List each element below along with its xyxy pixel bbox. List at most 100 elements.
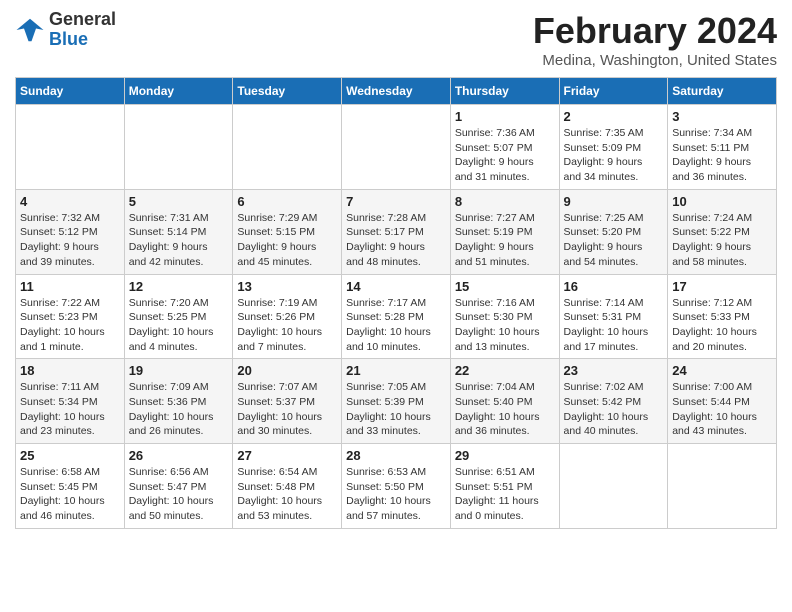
day-info: Sunrise: 7:00 AM Sunset: 5:44 PM Dayligh… — [672, 380, 772, 439]
day-info: Sunrise: 7:34 AM Sunset: 5:11 PM Dayligh… — [672, 126, 772, 185]
weekday-header: Saturday — [668, 78, 777, 105]
day-info: Sunrise: 6:51 AM Sunset: 5:51 PM Dayligh… — [455, 465, 555, 524]
calendar-cell: 21Sunrise: 7:05 AM Sunset: 5:39 PM Dayli… — [342, 359, 451, 444]
calendar-cell: 12 Sunrise: 7:20 AM Sunset: 5:25 PM Dayli… — [124, 274, 233, 359]
day-number: 2 — [564, 109, 664, 124]
day-number: 23 — [564, 363, 664, 378]
day-number: 13 — [237, 279, 337, 294]
calendar-cell: 2 Sunrise: 7:35 AM Sunset: 5:09 PM Daylig… — [559, 105, 668, 190]
calendar-cell — [559, 444, 668, 529]
day-number: 25 — [20, 448, 120, 463]
day-info: Sunrise: 7:22 AM Sunset: 5:23 PM Dayligh… — [20, 296, 120, 355]
day-info: Sunrise: 7:09 AM Sunset: 5:36 PM Dayligh… — [129, 380, 229, 439]
calendar-cell: 15Sunrise: 7:16 AM Sunset: 5:30 PM Dayli… — [450, 274, 559, 359]
day-info: Sunrise: 7:07 AM Sunset: 5:37 PM Dayligh… — [237, 380, 337, 439]
day-info: Sunrise: 6:53 AM Sunset: 5:50 PM Dayligh… — [346, 465, 446, 524]
day-info: Sunrise: 7:04 AM Sunset: 5:40 PM Dayligh… — [455, 380, 555, 439]
day-number: 1 — [455, 109, 555, 124]
calendar-cell — [233, 105, 342, 190]
day-info: Sunrise: 6:54 AM Sunset: 5:48 PM Dayligh… — [237, 465, 337, 524]
title-block: February 2024 Medina, Washington, United… — [533, 10, 777, 69]
calendar-cell: 26 Sunrise: 6:56 AM Sunset: 5:47 PM Dayli… — [124, 444, 233, 529]
calendar-cell: 3 Sunrise: 7:34 AM Sunset: 5:11 PM Daylig… — [668, 105, 777, 190]
day-number: 18 — [20, 363, 120, 378]
day-number: 11 — [20, 279, 120, 294]
calendar-cell — [16, 105, 125, 190]
page-subtitle: Medina, Washington, United States — [533, 52, 777, 69]
day-info: Sunrise: 7:19 AM Sunset: 5:26 PM Dayligh… — [237, 296, 337, 355]
calendar-week-row: 11 Sunrise: 7:22 AM Sunset: 5:23 PM Dayli… — [16, 274, 777, 359]
day-number: 21 — [346, 363, 446, 378]
day-number: 9 — [564, 194, 664, 209]
day-info: Sunrise: 7:31 AM Sunset: 5:14 PM Dayligh… — [129, 211, 229, 270]
calendar-cell: 19 Sunrise: 7:09 AM Sunset: 5:36 PM Dayli… — [124, 359, 233, 444]
calendar-week-row: 4 Sunrise: 7:32 AM Sunset: 5:12 PM Daylig… — [16, 189, 777, 274]
weekday-header: Friday — [559, 78, 668, 105]
day-info: Sunrise: 7:24 AM Sunset: 5:22 PM Dayligh… — [672, 211, 772, 270]
calendar-cell: 29 Sunrise: 6:51 AM Sunset: 5:51 PM Dayli… — [450, 444, 559, 529]
day-info: Sunrise: 7:27 AM Sunset: 5:19 PM Dayligh… — [455, 211, 555, 270]
day-info: Sunrise: 7:35 AM Sunset: 5:09 PM Dayligh… — [564, 126, 664, 185]
calendar-cell: 4 Sunrise: 7:32 AM Sunset: 5:12 PM Daylig… — [16, 189, 125, 274]
day-number: 24 — [672, 363, 772, 378]
day-info: Sunrise: 6:56 AM Sunset: 5:47 PM Dayligh… — [129, 465, 229, 524]
calendar-cell: 17 Sunrise: 7:12 AM Sunset: 5:33 PM Dayli… — [668, 274, 777, 359]
calendar-cell: 25 Sunrise: 6:58 AM Sunset: 5:45 PM Dayli… — [16, 444, 125, 529]
day-number: 19 — [129, 363, 229, 378]
day-number: 14 — [346, 279, 446, 294]
day-info: Sunrise: 7:25 AM Sunset: 5:20 PM Dayligh… — [564, 211, 664, 270]
calendar-table: SundayMondayTuesdayWednesdayThursdayFrid… — [15, 77, 777, 529]
calendar-cell: 14 Sunrise: 7:17 AM Sunset: 5:28 PM Dayli… — [342, 274, 451, 359]
day-number: 28 — [346, 448, 446, 463]
weekday-header: Monday — [124, 78, 233, 105]
day-number: 20 — [237, 363, 337, 378]
day-number: 12 — [129, 279, 229, 294]
day-info: Sunrise: 7:20 AM Sunset: 5:25 PM Dayligh… — [129, 296, 229, 355]
day-info: Sunrise: 7:14 AM Sunset: 5:31 PM Dayligh… — [564, 296, 664, 355]
page-header: General Blue February 2024 Medina, Washi… — [15, 10, 777, 69]
day-info: Sunrise: 7:12 AM Sunset: 5:33 PM Dayligh… — [672, 296, 772, 355]
day-info: Sunrise: 7:28 AM Sunset: 5:17 PM Dayligh… — [346, 211, 446, 270]
page-title: February 2024 — [533, 10, 777, 52]
day-info: Sunrise: 6:58 AM Sunset: 5:45 PM Dayligh… — [20, 465, 120, 524]
header-row: SundayMondayTuesdayWednesdayThursdayFrid… — [16, 78, 777, 105]
day-number: 3 — [672, 109, 772, 124]
calendar-cell: 23 Sunrise: 7:02 AM Sunset: 5:42 PM Dayli… — [559, 359, 668, 444]
day-info: Sunrise: 7:02 AM Sunset: 5:42 PM Dayligh… — [564, 380, 664, 439]
day-number: 22 — [455, 363, 555, 378]
calendar-cell — [668, 444, 777, 529]
day-number: 26 — [129, 448, 229, 463]
day-info: Sunrise: 7:29 AM Sunset: 5:15 PM Dayligh… — [237, 211, 337, 270]
calendar-cell: 22 Sunrise: 7:04 AM Sunset: 5:40 PM Dayli… — [450, 359, 559, 444]
day-number: 6 — [237, 194, 337, 209]
calendar-cell: 10Sunrise: 7:24 AM Sunset: 5:22 PM Dayli… — [668, 189, 777, 274]
calendar-header: SundayMondayTuesdayWednesdayThursdayFrid… — [16, 78, 777, 105]
calendar-week-row: 25 Sunrise: 6:58 AM Sunset: 5:45 PM Dayli… — [16, 444, 777, 529]
calendar-cell: 11 Sunrise: 7:22 AM Sunset: 5:23 PM Dayli… — [16, 274, 125, 359]
day-number: 8 — [455, 194, 555, 209]
day-info: Sunrise: 7:32 AM Sunset: 5:12 PM Dayligh… — [20, 211, 120, 270]
weekday-header: Thursday — [450, 78, 559, 105]
calendar-cell: 8 Sunrise: 7:27 AM Sunset: 5:19 PM Daylig… — [450, 189, 559, 274]
day-number: 5 — [129, 194, 229, 209]
day-info: Sunrise: 7:11 AM Sunset: 5:34 PM Dayligh… — [20, 380, 120, 439]
calendar-cell: 1 Sunrise: 7:36 AM Sunset: 5:07 PM Daylig… — [450, 105, 559, 190]
calendar-cell — [342, 105, 451, 190]
calendar-body: 1 Sunrise: 7:36 AM Sunset: 5:07 PM Daylig… — [16, 105, 777, 529]
day-info: Sunrise: 7:36 AM Sunset: 5:07 PM Dayligh… — [455, 126, 555, 185]
calendar-cell: 16Sunrise: 7:14 AM Sunset: 5:31 PM Dayli… — [559, 274, 668, 359]
day-number: 17 — [672, 279, 772, 294]
day-number: 4 — [20, 194, 120, 209]
logo-text: General Blue — [49, 10, 116, 50]
logo-bird-icon — [15, 15, 45, 45]
calendar-cell: 24 Sunrise: 7:00 AM Sunset: 5:44 PM Dayli… — [668, 359, 777, 444]
day-number: 27 — [237, 448, 337, 463]
calendar-cell: 18 Sunrise: 7:11 AM Sunset: 5:34 PM Dayli… — [16, 359, 125, 444]
calendar-cell: 28 Sunrise: 6:53 AM Sunset: 5:50 PM Dayli… — [342, 444, 451, 529]
calendar-cell: 6 Sunrise: 7:29 AM Sunset: 5:15 PM Daylig… — [233, 189, 342, 274]
day-info: Sunrise: 7:17 AM Sunset: 5:28 PM Dayligh… — [346, 296, 446, 355]
weekday-header: Wednesday — [342, 78, 451, 105]
day-number: 7 — [346, 194, 446, 209]
calendar-cell: 9 Sunrise: 7:25 AM Sunset: 5:20 PM Daylig… — [559, 189, 668, 274]
day-number: 29 — [455, 448, 555, 463]
